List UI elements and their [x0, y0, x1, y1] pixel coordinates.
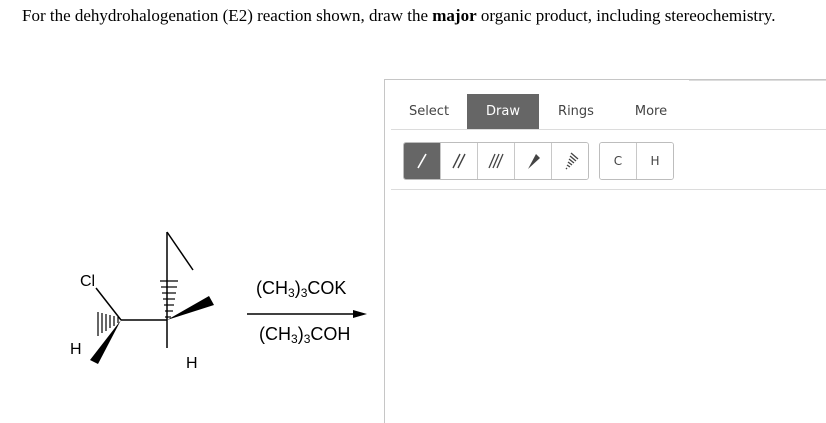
tab-bar-filler: [689, 80, 826, 129]
hydrogen-bottom-label: H: [186, 355, 198, 372]
tab-select[interactable]: Select: [391, 94, 467, 129]
double-bond-icon: [452, 153, 466, 169]
tab-rings[interactable]: Rings: [539, 94, 613, 129]
hash-bond-up: [160, 280, 178, 318]
bond-tool-group: [403, 142, 589, 180]
triple-bond-button[interactable]: [478, 143, 515, 179]
hash-bond-icon: [565, 152, 579, 170]
reaction-arrow: [247, 310, 367, 318]
atom-tool-group: C H: [599, 142, 674, 180]
reagent-base: (CH3)3COK: [256, 278, 347, 300]
question-emphasis: major: [432, 6, 477, 25]
hydrogen-atom-button[interactable]: H: [636, 143, 673, 179]
single-bond-button[interactable]: [404, 143, 441, 179]
hash-bond-button[interactable]: [552, 143, 588, 179]
double-bond-button[interactable]: [441, 143, 478, 179]
draw-toolbar: C H: [391, 129, 826, 190]
carbon-atom-button[interactable]: C: [600, 143, 636, 179]
hash-bond-left: [97, 312, 119, 336]
c-cl-bond: [95, 287, 122, 321]
question-part-1: For the dehydrohalogenation (E2) reactio…: [22, 6, 433, 25]
hydrogen-left-label: H: [70, 341, 82, 358]
tab-draw[interactable]: Draw: [467, 94, 539, 129]
wedge-bond-icon: [528, 154, 540, 169]
reactant-structure: Cl H H: [70, 231, 214, 372]
reagent-solvent: (CH3)3COH: [259, 324, 351, 346]
chlorine-label: Cl: [80, 273, 95, 290]
single-bond-icon: [417, 153, 427, 169]
drawing-editor[interactable]: Select Draw Rings More C H: [384, 79, 826, 423]
question-part-2: organic product, including stereochemist…: [476, 6, 776, 25]
triple-bond-icon: [488, 153, 504, 169]
ethyl-bond: [166, 231, 194, 271]
editor-tabs: Select Draw Rings More: [391, 80, 826, 130]
tab-more[interactable]: More: [613, 94, 689, 129]
wedge-bond-button[interactable]: [515, 143, 552, 179]
question-text: For the dehydrohalogenation (E2) reactio…: [22, 6, 822, 26]
drawing-canvas[interactable]: [391, 190, 826, 423]
